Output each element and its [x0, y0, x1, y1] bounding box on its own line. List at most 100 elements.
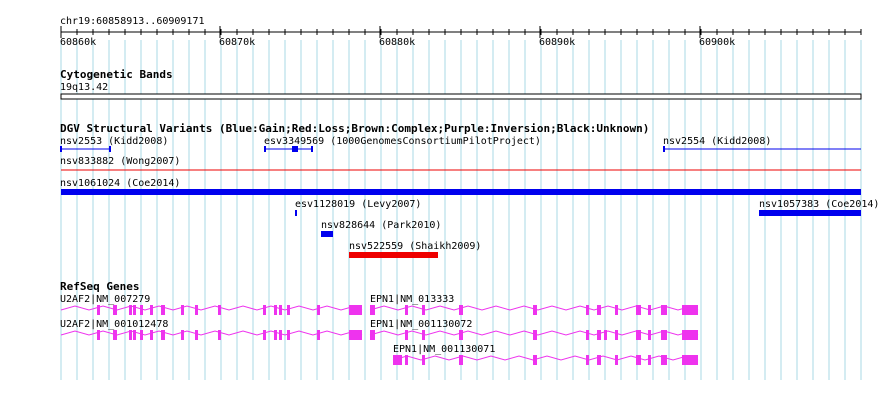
exon-block — [263, 305, 266, 315]
gene-label: U2AF2|NM_001012478 — [60, 319, 168, 330]
variant-label: nsv2553 (Kidd2008) — [60, 136, 168, 147]
exon-block — [533, 355, 537, 365]
variant-feature[interactable]: nsv2553 (Kidd2008) — [60, 136, 168, 152]
exon-block — [150, 330, 153, 340]
track-title: Cytogenetic Bands — [60, 68, 173, 81]
ruler-tick-label: 60890k — [539, 37, 575, 48]
exon-block — [161, 330, 165, 340]
exon-block — [370, 305, 375, 315]
intron-line — [392, 355, 699, 361]
refseq-genes-track: RefSeq Genes U2AF2|NM_007279 EPN1|NM_013… — [60, 280, 699, 365]
ruler-tick-label: 60900k — [699, 37, 735, 48]
exon-block — [648, 355, 651, 365]
transcript-epn1-nm-013333[interactable] — [369, 305, 699, 315]
exon-block — [140, 305, 143, 315]
exon-block — [636, 330, 641, 340]
exon-block — [287, 305, 290, 315]
variant-label: nsv522559 (Shaikh2009) — [349, 241, 481, 252]
exon-block — [615, 355, 618, 365]
exon-block — [218, 330, 221, 340]
exon-block — [604, 330, 607, 340]
exon-block — [648, 305, 651, 315]
gene-label: EPN1|NM_001130071 — [393, 344, 495, 355]
variant-label: nsv1061024 (Coe2014) — [60, 178, 180, 189]
exon-block — [636, 355, 641, 365]
variant-label: nsv828644 (Park2010) — [321, 220, 441, 231]
exon-block — [181, 305, 184, 315]
exon-block — [97, 330, 100, 340]
band-label: 19q13.42 — [60, 82, 108, 93]
variant-label: nsv2554 (Kidd2008) — [663, 136, 771, 147]
exon-block — [459, 330, 463, 340]
exon-block — [133, 330, 136, 340]
exon-block — [195, 305, 198, 315]
exon-block — [636, 305, 641, 315]
variant-feature[interactable]: esv1128019 (Levy2007) — [295, 199, 421, 216]
exon-block — [370, 330, 375, 340]
exon-block — [113, 330, 117, 340]
exon-block — [533, 330, 537, 340]
exon-block — [150, 305, 153, 315]
exon-block — [161, 305, 165, 315]
exon-block — [279, 330, 282, 340]
exon-block — [597, 305, 601, 315]
exon-block — [97, 305, 100, 315]
variant-feature[interactable]: nsv522559 (Shaikh2009) — [349, 241, 481, 258]
ruler-tick-label: 60860k — [60, 37, 96, 48]
exon-block — [459, 305, 463, 315]
ruler-tick-label: 60880k — [379, 37, 415, 48]
exon-block — [586, 355, 589, 365]
exon-block — [218, 305, 221, 315]
exon-block — [422, 355, 425, 365]
location-label: chr19:60858913..60909171 — [60, 16, 205, 27]
exon-block — [682, 305, 698, 315]
gene-label: U2AF2|NM_007279 — [60, 294, 150, 305]
exon-block — [661, 305, 667, 315]
exon-block — [405, 355, 408, 365]
exon-block — [459, 355, 463, 365]
exon-block — [129, 330, 132, 340]
exon-block — [615, 305, 618, 315]
variant-feature[interactable]: nsv2554 (Kidd2008) — [663, 136, 861, 152]
variant-label: nsv833882 (Wong2007) — [60, 156, 180, 167]
exon-block — [195, 330, 198, 340]
variant-label: nsv1057383 (Coe2014) — [759, 199, 879, 210]
exon-block — [181, 330, 184, 340]
exon-block — [113, 305, 117, 315]
exon-block — [349, 330, 362, 340]
exon-block — [586, 305, 589, 315]
exon-block — [133, 305, 136, 315]
exon-block — [533, 305, 537, 315]
exon-block — [682, 355, 698, 365]
exon-block — [287, 330, 290, 340]
exon-block — [263, 330, 266, 340]
exon-block — [279, 305, 282, 315]
track-title: RefSeq Genes — [60, 280, 139, 293]
exon-block — [615, 330, 618, 340]
exon-block — [393, 355, 402, 365]
exon-block — [661, 355, 667, 365]
exon-block — [140, 330, 143, 340]
dgv-structural-variants-track: DGV Structural Variants (Blue:Gain;Red:L… — [60, 122, 879, 258]
exon-block — [129, 305, 132, 315]
exon-block — [405, 330, 408, 340]
exon-block — [682, 330, 698, 340]
track-title: DGV Structural Variants (Blue:Gain;Red:L… — [60, 122, 649, 135]
gene-label: EPN1|NM_013333 — [370, 294, 454, 305]
exon-block — [274, 305, 277, 315]
exon-block — [422, 305, 425, 315]
variant-feature[interactable]: esv3349569 (1000GenomesConsortiumPilotPr… — [264, 136, 541, 152]
exon-block — [405, 305, 408, 315]
exon-block — [597, 355, 601, 365]
transcript-epn1-nm-001130072[interactable] — [369, 330, 699, 340]
exon-block — [274, 330, 277, 340]
exon-block — [422, 330, 425, 340]
exon-block — [317, 330, 320, 340]
chromosome-band-bar[interactable] — [60, 93, 862, 100]
exon-block — [661, 330, 667, 340]
transcript-epn1-nm-001130071[interactable] — [392, 355, 699, 365]
variant-label: esv3349569 (1000GenomesConsortiumPilotPr… — [264, 136, 541, 147]
exon-block — [597, 330, 601, 340]
exon-block — [349, 305, 362, 315]
exon-block — [317, 305, 320, 315]
